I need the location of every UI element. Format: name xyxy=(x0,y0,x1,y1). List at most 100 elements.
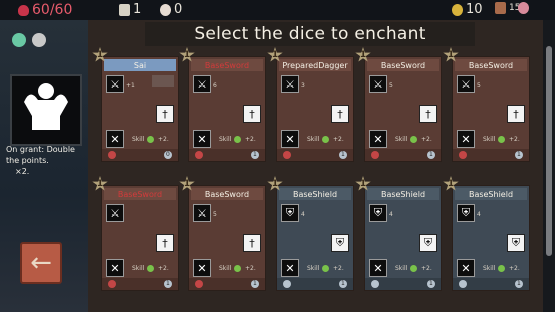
mult: +2. xyxy=(158,265,169,272)
dice-name: BaseSword xyxy=(104,188,176,200)
dice-name: BaseSword xyxy=(455,59,527,71)
dice-name: Sai xyxy=(104,59,176,71)
ring-icon xyxy=(32,33,46,47)
skill-dot xyxy=(498,265,505,272)
skill-label: Skill xyxy=(219,265,232,272)
dice-card[interactable]: BaseSword ⚔ † ✕ Skill +2. 1 xyxy=(101,185,179,291)
drop-count: 1 xyxy=(341,151,345,158)
remove-icon xyxy=(283,151,291,159)
dice-name: BaseShield xyxy=(455,188,527,200)
face-value: 6 xyxy=(213,82,217,89)
drop-icon xyxy=(459,280,467,288)
face-value: 4 xyxy=(301,211,305,218)
x-face-icon: ✕ xyxy=(106,130,124,148)
skill-dot xyxy=(147,136,154,143)
mult: +2. xyxy=(333,136,344,143)
skill-label: Skill xyxy=(483,265,496,272)
x-face-icon: ✕ xyxy=(281,130,299,148)
drop-count: 1 xyxy=(429,151,433,158)
sword-face-icon: ⚔ xyxy=(193,75,211,93)
skill-label: Skill xyxy=(307,265,320,272)
face-value: 4 xyxy=(389,211,393,218)
drop-count: 1 xyxy=(517,151,521,158)
x-face-icon: ✕ xyxy=(369,130,387,148)
skill-dot xyxy=(410,265,417,272)
scrollbar-thumb[interactable] xyxy=(546,46,552,256)
face-value: 4 xyxy=(477,211,481,218)
shield-face-icon: ⛨ xyxy=(369,204,387,222)
dice-name: BaseSword xyxy=(191,59,263,71)
card-count-value: 1 xyxy=(133,2,142,17)
sword-face-icon: † xyxy=(507,105,525,123)
shield-face-icon: ⛨ xyxy=(419,234,437,252)
dice-card[interactable]: BaseSword ⚔ 5 † ✕ Skill +2. 1 xyxy=(452,56,530,162)
portrait-frame xyxy=(10,74,82,146)
sword-face-icon: ⚔ xyxy=(369,75,387,93)
gear-icon[interactable] xyxy=(518,2,529,14)
skill-label: Skill xyxy=(395,136,408,143)
face-value: 3 xyxy=(301,82,305,89)
skill-dot xyxy=(322,136,329,143)
coin-count-value: 10 xyxy=(466,2,483,17)
mult: +2. xyxy=(421,136,432,143)
menu-button[interactable] xyxy=(518,2,529,14)
back-button[interactable]: ← xyxy=(20,242,62,284)
shield-face-icon: ⛨ xyxy=(457,204,475,222)
top-bar: 60/60 1 0 10 15 xyxy=(0,0,555,20)
x-face-icon: ✕ xyxy=(281,259,299,277)
skill-dot xyxy=(147,265,154,272)
sword-face-icon: † xyxy=(331,105,349,123)
dice-name: BaseShield xyxy=(279,188,351,200)
remove-icon xyxy=(371,151,379,159)
level-display: 15 xyxy=(495,2,520,14)
dice-card[interactable]: BaseSword ⚔ 5 † ✕ Skill +2. 1 xyxy=(364,56,442,162)
dice-card[interactable]: Sai ⚔ +1 † ✕ Skill +2. 0 xyxy=(101,56,179,162)
sword-face-icon: ⚔ xyxy=(457,75,475,93)
dice-name: PreparedDagger xyxy=(279,59,351,71)
mult: +2. xyxy=(245,265,256,272)
sword-face-icon: † xyxy=(156,105,174,123)
sword-face-icon: † xyxy=(243,105,261,123)
mult: +2. xyxy=(421,265,432,272)
drop-count: 1 xyxy=(429,280,433,287)
arrow-left-icon: ← xyxy=(30,248,52,278)
skill-label: Skill xyxy=(132,265,145,272)
dice-card[interactable]: BaseShield ⛨ 4 ⛨ ✕ Skill +2. 1 xyxy=(364,185,442,291)
skill-dot xyxy=(410,136,417,143)
card-count: 1 xyxy=(119,2,141,17)
skill-label: Skill xyxy=(395,265,408,272)
skill-dot xyxy=(234,136,241,143)
x-face-icon: ✕ xyxy=(193,259,211,277)
x-face-icon: ✕ xyxy=(457,130,475,148)
face-value: 5 xyxy=(477,82,481,89)
remove-icon xyxy=(108,280,116,288)
drop-count: 0 xyxy=(166,151,170,158)
skill-label: Skill xyxy=(219,136,232,143)
sword-face-icon: † xyxy=(156,234,174,252)
hp-value: 60/60 xyxy=(32,2,73,18)
dice-name: BaseSword xyxy=(367,59,439,71)
face-value: +1 xyxy=(126,82,135,89)
skill-label: Skill xyxy=(132,136,145,143)
x-face-icon: ✕ xyxy=(369,259,387,277)
sword-face-icon: ⚔ xyxy=(193,204,211,222)
face-value: 5 xyxy=(389,82,393,89)
remove-icon xyxy=(108,151,116,159)
x-face-icon: ✕ xyxy=(106,259,124,277)
x-face-icon: ✕ xyxy=(193,130,211,148)
dice-card[interactable]: BaseSword ⚔ 5 † ✕ Skill +2. 1 xyxy=(188,185,266,291)
coin-count: 10 xyxy=(452,2,483,17)
skull-count-value: 0 xyxy=(174,2,183,17)
remove-icon xyxy=(459,151,467,159)
dice-card[interactable]: BaseSword ⚔ 6 † ✕ Skill +2. 1 xyxy=(188,56,266,162)
heart-icon xyxy=(18,4,29,16)
book-icon xyxy=(495,2,506,14)
sword-face-icon: † xyxy=(243,234,261,252)
dice-card[interactable]: PreparedDagger ⚔ 3 † ✕ Skill +2. 1 xyxy=(276,56,354,162)
dice-card[interactable]: BaseShield ⛨ 4 ⛨ ✕ Skill +2. 1 xyxy=(452,185,530,291)
dice-card[interactable]: BaseShield ⛨ 4 ⛨ ✕ Skill +2. 1 xyxy=(276,185,354,291)
face-value: 5 xyxy=(213,211,217,218)
drop-count: 1 xyxy=(517,280,521,287)
mult: +2. xyxy=(158,136,169,143)
mult: +2. xyxy=(245,136,256,143)
